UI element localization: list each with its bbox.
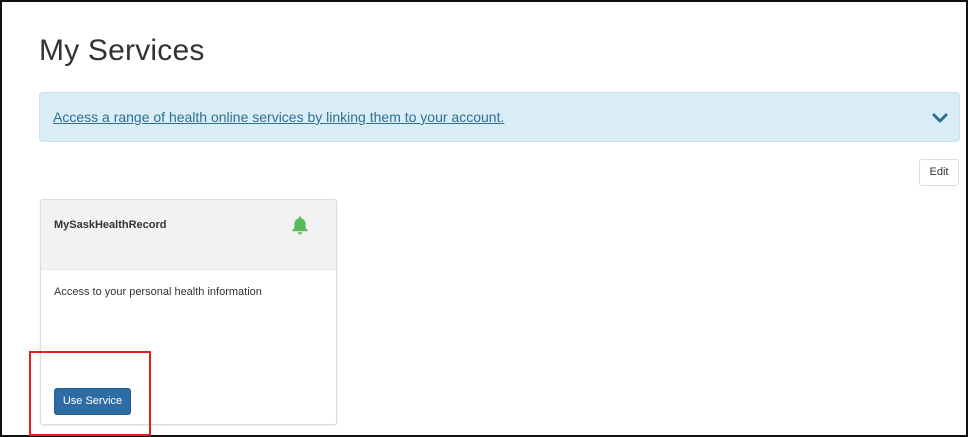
- page-title: My Services: [39, 34, 205, 67]
- page-frame: My Services Access a range of health onl…: [0, 0, 968, 437]
- chevron-down-icon[interactable]: [931, 109, 949, 127]
- banner-link[interactable]: Access a range of health online services…: [53, 109, 504, 125]
- edit-button[interactable]: Edit: [919, 159, 959, 186]
- service-description: Access to your personal health informati…: [54, 286, 262, 298]
- use-service-button[interactable]: Use Service: [54, 388, 131, 415]
- service-card: MySaskHealthRecord Access to your person…: [40, 199, 337, 425]
- service-card-header: MySaskHealthRecord: [41, 200, 336, 270]
- service-name: MySaskHealthRecord: [54, 219, 167, 231]
- info-banner: Access a range of health online services…: [39, 92, 960, 142]
- bell-icon[interactable]: [289, 214, 311, 236]
